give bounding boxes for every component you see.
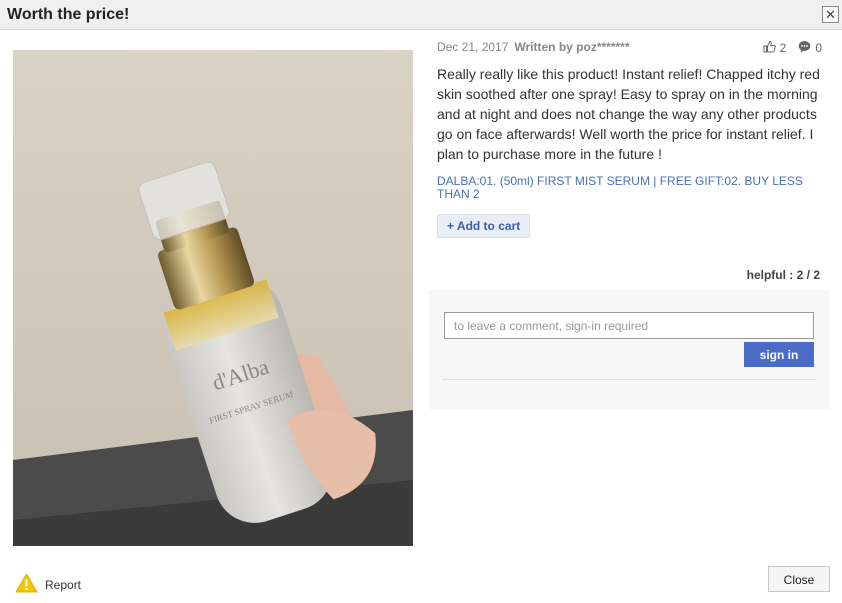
review-date: Dec 21, 2017: [437, 40, 509, 54]
report-label: Report: [45, 577, 82, 592]
thumbs-up-icon[interactable]: [763, 40, 776, 56]
dialog-title-bar: Worth the price! ✕: [0, 0, 842, 30]
sign-in-button[interactable]: sign in: [744, 342, 814, 367]
review-stats: 2 0: [763, 40, 822, 56]
close-button[interactable]: Close: [768, 566, 830, 592]
review-body: Really really like this product! Instant…: [437, 66, 820, 162]
divider: [442, 379, 816, 380]
add-to-cart-button[interactable]: + Add to cart: [437, 214, 531, 238]
review-meta: Dec 21, 2017 Written by poz*******: [437, 40, 630, 54]
helpful-label: helpful :: [746, 268, 797, 282]
close-icon[interactable]: ✕: [822, 6, 839, 23]
comment-count: 0: [815, 41, 822, 55]
serum-bottle-photo: d'Alba FIRST SPRAY SERUM: [13, 50, 413, 546]
warning-icon: [15, 573, 38, 596]
like-count: 2: [779, 41, 787, 55]
comment-input[interactable]: [444, 312, 814, 339]
helpful-count: helpful : 2 / 2: [747, 268, 820, 282]
comment-bubble-icon: [798, 40, 811, 56]
helpful-value: 2 / 2: [796, 268, 820, 282]
comment-section: sign in: [429, 290, 829, 409]
report-link[interactable]: Report: [15, 573, 81, 596]
review-photo[interactable]: d'Alba FIRST SPRAY SERUM: [13, 50, 413, 546]
dialog-title: Worth the price!: [7, 6, 130, 23]
review-author: Written by poz*******: [514, 40, 630, 54]
product-option-link[interactable]: DALBA:01. (50ml) FIRST MIST SERUM | FREE…: [437, 175, 817, 201]
